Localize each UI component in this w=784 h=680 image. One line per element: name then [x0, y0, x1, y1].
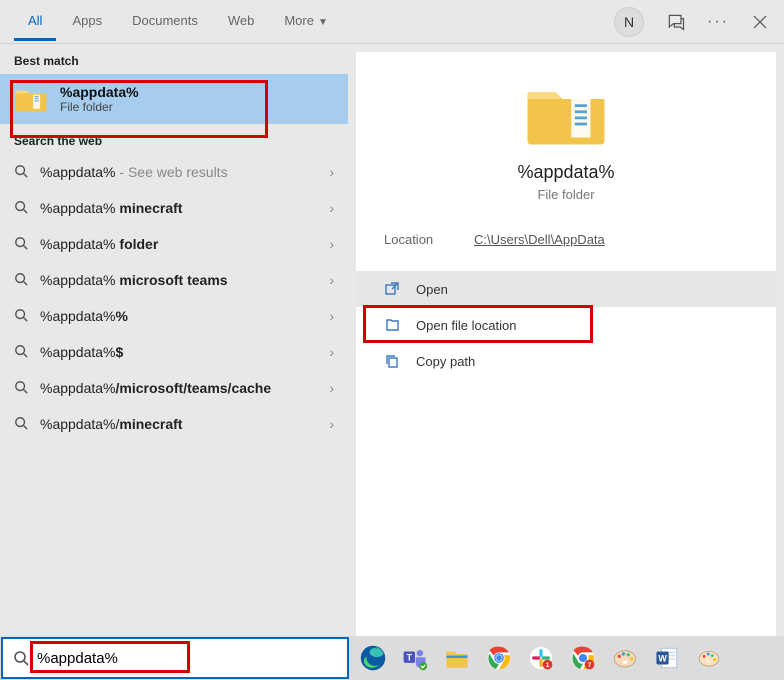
chevron-right-icon: ›	[329, 236, 334, 252]
chevron-right-icon: ›	[329, 416, 334, 432]
suggestion-text: %appdata%%	[40, 308, 128, 324]
tab-more[interactable]: More ▼	[270, 3, 342, 41]
suggestion-text: %appdata%/minecraft	[40, 416, 182, 432]
action-label: Open file location	[416, 318, 516, 333]
chevron-right-icon: ›	[329, 308, 334, 324]
preview-panel: %appdata% File folder Location C:\Users\…	[356, 52, 776, 636]
web-suggestion-item[interactable]: %appdata%% ›	[0, 298, 348, 334]
search-web-header: Search the web	[0, 124, 348, 154]
word-icon[interactable]: W	[649, 640, 685, 676]
search-icon	[13, 650, 29, 666]
web-suggestion-item[interactable]: %appdata% minecraft ›	[0, 190, 348, 226]
suggestion-list: %appdata% - See web results›%appdata% mi…	[0, 154, 348, 442]
open-icon	[384, 281, 402, 297]
feedback-icon[interactable]	[666, 12, 686, 32]
web-suggestion-item[interactable]: %appdata%$ ›	[0, 334, 348, 370]
web-suggestion-item[interactable]: %appdata% folder ›	[0, 226, 348, 262]
scope-tabs: All Apps Documents Web More ▼	[14, 3, 342, 41]
chevron-down-icon: ▼	[318, 17, 328, 28]
preview-actions: Open Open file location Copy path	[356, 271, 776, 379]
location-link[interactable]: C:\Users\Dell\AppData	[474, 232, 605, 247]
suggestion-text: %appdata% - See web results	[40, 164, 228, 180]
web-suggestion-item[interactable]: %appdata%/microsoft/teams/cache ›	[0, 370, 348, 406]
search-input[interactable]	[37, 650, 337, 667]
best-match-header: Best match	[0, 44, 348, 74]
search-icon	[14, 164, 30, 180]
svg-text:W: W	[658, 653, 667, 663]
user-avatar[interactable]: N	[614, 7, 644, 37]
best-match-subtitle: File folder	[60, 100, 139, 114]
search-icon	[14, 416, 30, 432]
action-open-file-location[interactable]: Open file location	[356, 307, 776, 343]
best-match-text: %appdata% File folder	[60, 84, 139, 114]
taskbar-search-box[interactable]	[1, 637, 349, 679]
file-explorer-icon[interactable]	[439, 640, 475, 676]
search-icon	[14, 308, 30, 324]
more-options-icon[interactable]: ···	[708, 12, 728, 32]
search-icon	[14, 344, 30, 360]
preview-header: %appdata% File folder Location C:\Users\…	[356, 52, 776, 271]
search-icon	[14, 200, 30, 216]
svg-text:1: 1	[546, 662, 550, 669]
web-suggestion-item[interactable]: %appdata%/minecraft ›	[0, 406, 348, 442]
taskbar: T 1 7 W	[0, 636, 784, 680]
best-match-title: %appdata%	[60, 84, 139, 100]
suggestion-text: %appdata% microsoft teams	[40, 272, 228, 288]
close-icon[interactable]	[750, 12, 770, 32]
chevron-right-icon: ›	[329, 164, 334, 180]
search-icon	[14, 272, 30, 288]
svg-text:T: T	[407, 652, 413, 662]
search-icon	[14, 236, 30, 252]
chrome-beta-icon[interactable]: 7	[565, 640, 601, 676]
results-panel: Best match %appdata% File folder Search …	[0, 44, 348, 636]
suggestion-text: %appdata%/microsoft/teams/cache	[40, 380, 271, 396]
web-suggestion-item[interactable]: %appdata% - See web results ›	[0, 154, 348, 190]
filelocation-icon	[384, 317, 402, 333]
preview-title: %appdata%	[517, 162, 614, 183]
chrome-icon[interactable]	[481, 640, 517, 676]
paint-classic-icon[interactable]	[691, 640, 727, 676]
folder-icon	[14, 85, 48, 113]
chevron-right-icon: ›	[329, 200, 334, 216]
slack-icon[interactable]: 1	[523, 640, 559, 676]
chevron-right-icon: ›	[329, 344, 334, 360]
search-icon	[14, 380, 30, 396]
topbar-right-controls: N ···	[614, 7, 770, 37]
edge-icon[interactable]	[355, 640, 391, 676]
suggestion-text: %appdata%$	[40, 344, 123, 360]
svg-text:7: 7	[588, 662, 592, 669]
taskbar-app-icons: T 1 7 W	[355, 640, 727, 676]
action-label: Copy path	[416, 354, 475, 369]
teams-icon[interactable]: T	[397, 640, 433, 676]
tab-apps[interactable]: Apps	[58, 3, 116, 41]
suggestion-text: %appdata% minecraft	[40, 200, 182, 216]
action-label: Open	[416, 282, 448, 297]
suggestion-text: %appdata% folder	[40, 236, 158, 252]
tab-documents[interactable]: Documents	[118, 3, 212, 41]
paint-icon[interactable]	[607, 640, 643, 676]
tab-more-label: More	[284, 13, 314, 28]
tab-all[interactable]: All	[14, 3, 56, 41]
preview-location-row: Location C:\Users\Dell\AppData	[356, 232, 776, 271]
web-suggestion-item[interactable]: %appdata% microsoft teams ›	[0, 262, 348, 298]
copy-icon	[384, 353, 402, 369]
chevron-right-icon: ›	[329, 272, 334, 288]
top-bar: All Apps Documents Web More ▼ N ···	[0, 0, 784, 44]
preview-subtitle: File folder	[537, 187, 594, 202]
action-copy-path[interactable]: Copy path	[356, 343, 776, 379]
location-label: Location	[384, 232, 474, 247]
chevron-right-icon: ›	[329, 380, 334, 396]
action-open[interactable]: Open	[356, 271, 776, 307]
main-area: Best match %appdata% File folder Search …	[0, 44, 784, 636]
tab-web[interactable]: Web	[214, 3, 269, 41]
best-match-item[interactable]: %appdata% File folder	[0, 74, 348, 124]
folder-icon	[523, 78, 609, 148]
